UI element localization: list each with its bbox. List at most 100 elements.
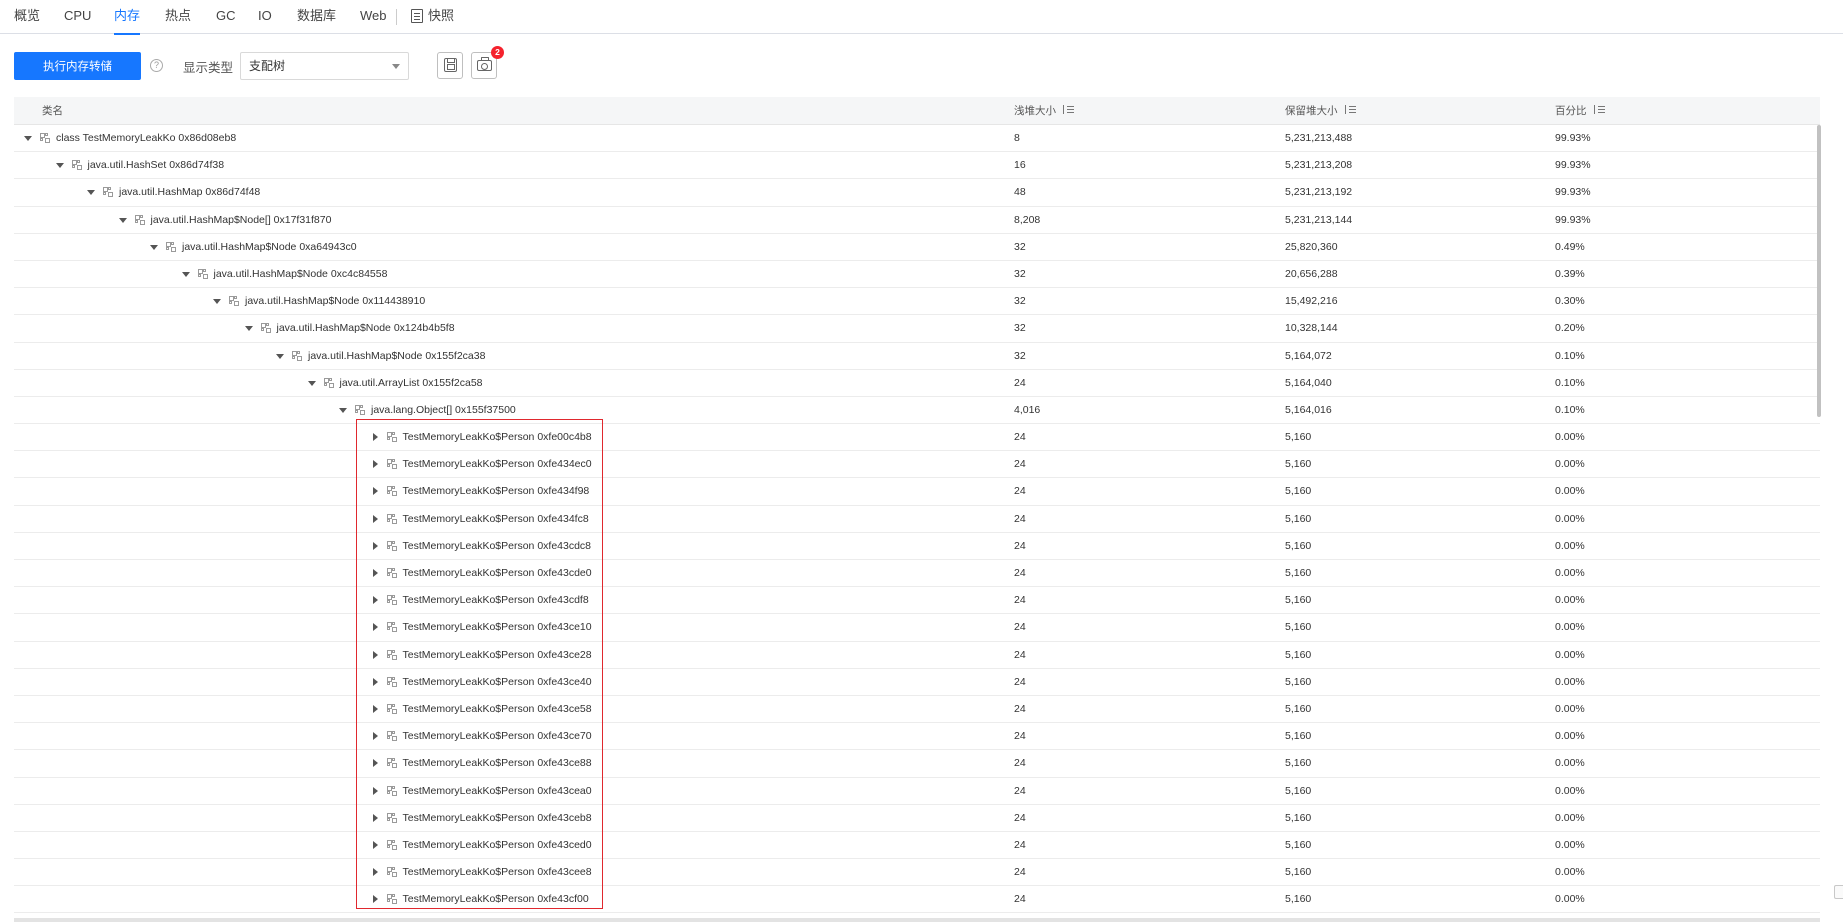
tab-overview[interactable]: 概览: [14, 0, 40, 34]
display-type-select[interactable]: 支配树: [240, 52, 409, 80]
shallow-size-cell: 24: [1014, 648, 1026, 661]
collapse-caret-icon[interactable]: [306, 370, 318, 396]
collapse-caret-icon[interactable]: [211, 288, 223, 314]
retained-size-cell: 5,164,016: [1285, 403, 1332, 416]
help-icon[interactable]: ?: [150, 59, 163, 72]
table-row[interactable]: class TestMemoryLeakKo 0x86d08eb8 8 5,231,…: [14, 125, 1820, 153]
collapse-caret-icon[interactable]: [337, 397, 349, 423]
table-row[interactable]: java.util.HashMap$Node 0x114438910 32 15,4…: [14, 288, 1820, 316]
expand-caret-icon[interactable]: [369, 859, 381, 885]
expand-caret-icon[interactable]: [369, 723, 381, 749]
expand-caret-icon[interactable]: [369, 533, 381, 559]
collapse-caret-icon[interactable]: [243, 315, 255, 341]
class-name-cell: java.lang.Object[] 0x155f37500: [14, 397, 1004, 424]
percent-cell: 99.93%: [1555, 213, 1591, 226]
column-retained-size[interactable]: 保留堆大小: [1285, 97, 1359, 125]
sort-icon[interactable]: [1344, 105, 1359, 115]
collapse-caret-icon[interactable]: [85, 179, 97, 205]
tab-cpu[interactable]: CPU: [64, 0, 91, 34]
tab-database[interactable]: 数据库: [297, 0, 336, 34]
table-row[interactable]: java.util.HashMap$Node 0x124b4b5f8 32 10,3…: [14, 315, 1820, 343]
column-shallow-size[interactable]: 浅堆大小: [1014, 97, 1077, 125]
expand-caret-icon[interactable]: [369, 886, 381, 912]
expand-caret-icon[interactable]: [369, 424, 381, 450]
expand-caret-icon[interactable]: [369, 560, 381, 586]
save-button[interactable]: [437, 52, 463, 79]
table-row[interactable]: java.util.ArrayList 0x155f2ca58 24 5,164,0…: [14, 370, 1820, 397]
table-row[interactable]: TestMemoryLeakKo$Person 0xfe00c4b8 24 5,16…: [14, 424, 1820, 452]
table-row[interactable]: java.util.HashMap$Node[] 0x17f31f870 8,20…: [14, 207, 1820, 234]
collapse-caret-icon[interactable]: [180, 261, 192, 287]
shallow-size-cell: 24: [1014, 567, 1026, 579]
class-name-cell: java.util.HashMap$Node[] 0x17f31f870: [14, 207, 1004, 234]
table-row[interactable]: TestMemoryLeakKo$Person 0xfe43ce58 24 5,16…: [14, 696, 1820, 724]
sort-icon[interactable]: [1593, 105, 1608, 115]
expand-caret-icon[interactable]: [369, 805, 381, 831]
horizontal-scrollbar[interactable]: [14, 918, 1820, 922]
side-panel-handle[interactable]: [1834, 885, 1843, 899]
object-icon: [260, 323, 271, 334]
table-row[interactable]: java.lang.Object[] 0x155f37500 4,016 5,164…: [14, 397, 1820, 425]
table-row[interactable]: TestMemoryLeakKo$Person 0xfe43cea0 24 5,16…: [14, 778, 1820, 805]
memory-dump-button[interactable]: 执行内存转储: [14, 52, 141, 80]
tab-web[interactable]: Web: [360, 0, 387, 34]
object-icon: [323, 377, 334, 388]
expand-caret-icon[interactable]: [369, 750, 381, 776]
expand-caret-icon[interactable]: [369, 614, 381, 640]
table-row[interactable]: TestMemoryLeakKo$Person 0xfe43ce88 24 5,16…: [14, 750, 1820, 778]
object-icon: [386, 486, 397, 497]
class-name-cell: java.util.HashMap 0x86d74f48: [14, 179, 1004, 206]
collapse-caret-icon[interactable]: [274, 343, 286, 369]
table-row[interactable]: TestMemoryLeakKo$Person 0xfe43cdf8 24 5,16…: [14, 587, 1820, 615]
expand-caret-icon[interactable]: [369, 478, 381, 504]
class-name-cell: TestMemoryLeakKo$Person 0xfe434f98: [14, 478, 1004, 505]
expand-caret-icon[interactable]: [369, 832, 381, 858]
tab-hotspots[interactable]: 热点: [165, 0, 191, 34]
table-row[interactable]: java.util.HashMap$Node 0xc4c84558 32 20,65…: [14, 261, 1820, 289]
retained-size-cell: 15,492,216: [1285, 295, 1338, 308]
table-row[interactable]: java.util.HashMap 0x86d74f48 48 5,231,213,…: [14, 179, 1820, 207]
table-row[interactable]: TestMemoryLeakKo$Person 0xfe43ceb8 24 5,16…: [14, 805, 1820, 832]
table-row[interactable]: TestMemoryLeakKo$Person 0xfe43ce28 24 5,16…: [14, 642, 1820, 669]
expand-caret-icon[interactable]: [369, 451, 381, 477]
camera-icon: [477, 57, 492, 71]
table-row[interactable]: TestMemoryLeakKo$Person 0xfe43ce40 24 5,16…: [14, 669, 1820, 696]
table-row[interactable]: TestMemoryLeakKo$Person 0xfe434ec0 24 5,16…: [14, 451, 1820, 479]
table-row[interactable]: java.util.HashMap$Node 0x155f2ca38 32 5,16…: [14, 343, 1820, 370]
table-row[interactable]: TestMemoryLeakKo$Person 0xfe43cdc8 24 5,16…: [14, 533, 1820, 560]
sort-icon[interactable]: [1063, 105, 1077, 115]
table-row[interactable]: TestMemoryLeakKo$Person 0xfe43ced0 24 5,16…: [14, 832, 1820, 860]
class-name: TestMemoryLeakKo$Person 0xfe43cdc8: [402, 539, 592, 552]
expand-caret-icon[interactable]: [369, 696, 381, 722]
expand-caret-icon[interactable]: [369, 506, 381, 532]
vertical-scrollbar[interactable]: [1817, 125, 1821, 417]
class-name: TestMemoryLeakKo$Person 0xfe434fc8: [402, 512, 589, 525]
collapse-caret-icon[interactable]: [22, 125, 34, 151]
object-icon: [386, 568, 397, 578]
table-row[interactable]: TestMemoryLeakKo$Person 0xfe43cde0 24 5,16…: [14, 560, 1820, 588]
collapse-caret-icon[interactable]: [117, 207, 129, 233]
column-percent[interactable]: 百分比: [1555, 97, 1608, 125]
table-row[interactable]: TestMemoryLeakKo$Person 0xfe43ce70 24 5,16…: [14, 723, 1820, 751]
class-name-cell: TestMemoryLeakKo$Person 0xfe00c4b8: [14, 424, 1004, 451]
table-row[interactable]: java.util.HashMap$Node 0xa64943c0 32 25,82…: [14, 234, 1820, 261]
collapse-caret-icon[interactable]: [148, 234, 160, 260]
table-row[interactable]: TestMemoryLeakKo$Person 0xfe434fc8 24 5,16…: [14, 506, 1820, 533]
chevron-down-icon: [392, 64, 400, 69]
expand-caret-icon[interactable]: [369, 642, 381, 668]
tab-memory[interactable]: 内存: [114, 0, 141, 35]
tab-gc[interactable]: GC: [216, 0, 236, 34]
expand-caret-icon[interactable]: [369, 669, 381, 695]
class-name-cell: TestMemoryLeakKo$Person 0xfe43cdc8: [14, 533, 1004, 560]
column-class-name: 类名: [42, 105, 63, 117]
expand-caret-icon[interactable]: [369, 778, 381, 804]
expand-caret-icon[interactable]: [369, 587, 381, 613]
table-row[interactable]: java.util.HashSet 0x86d74f38 16 5,231,213,…: [14, 152, 1820, 180]
table-row[interactable]: TestMemoryLeakKo$Person 0xfe434f98 24 5,16…: [14, 478, 1820, 506]
tab-io[interactable]: IO: [258, 0, 272, 34]
table-row[interactable]: TestMemoryLeakKo$Person 0xfe43cee8 24 5,16…: [14, 859, 1820, 887]
table-row[interactable]: TestMemoryLeakKo$Person 0xfe43cf00 24 5,16…: [14, 886, 1820, 914]
table-row[interactable]: TestMemoryLeakKo$Person 0xfe43ce10 24 5,16…: [14, 614, 1820, 642]
tab-snapshot[interactable]: 快照: [411, 0, 454, 34]
collapse-caret-icon[interactable]: [54, 152, 66, 178]
